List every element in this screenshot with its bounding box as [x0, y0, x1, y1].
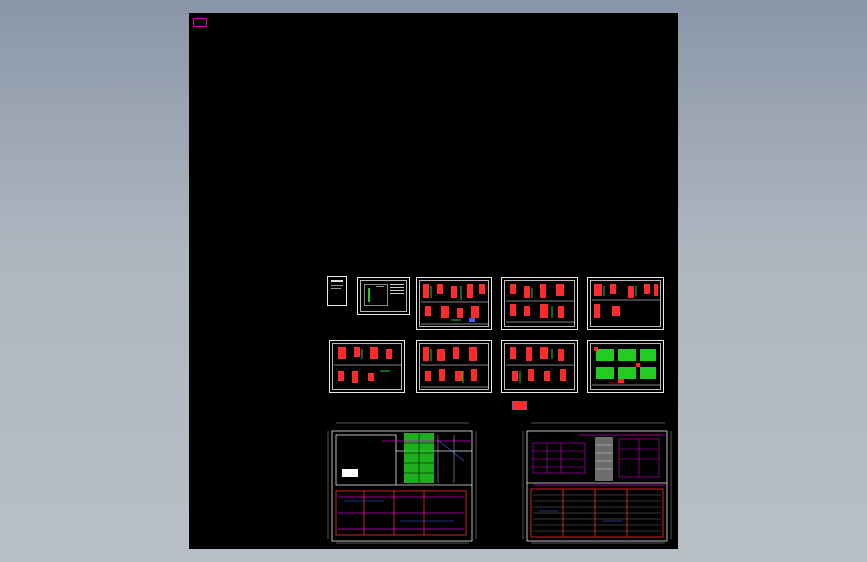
detail-sheet-6[interactable]: [501, 340, 578, 393]
notes-sheet[interactable]: [357, 277, 410, 315]
ucs-icon: [193, 18, 207, 27]
floor-plan-right[interactable]: [519, 421, 675, 547]
detail-sheet-3[interactable]: [587, 277, 664, 330]
drawing-canvas[interactable]: [189, 13, 678, 549]
detail-sheet-2[interactable]: [501, 277, 578, 330]
detail-sheet-4[interactable]: [329, 340, 405, 393]
detail-sheet-1[interactable]: [416, 277, 492, 330]
floor-plan-left[interactable]: [324, 421, 479, 547]
detail-sheet-5[interactable]: [416, 340, 492, 393]
view-marker-icon: [512, 401, 527, 410]
schedule-sheet-green[interactable]: [587, 340, 664, 393]
cover-sheet[interactable]: [327, 276, 347, 306]
